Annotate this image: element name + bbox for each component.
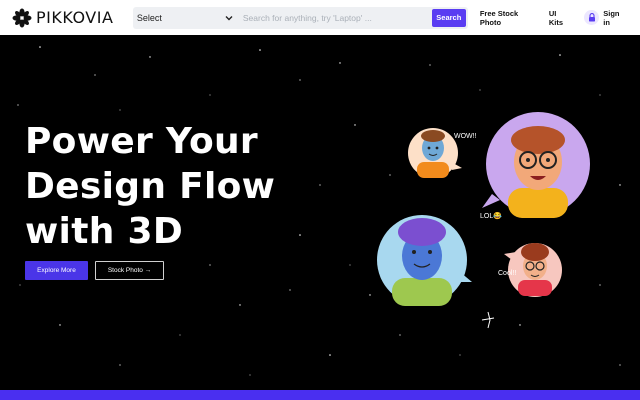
hero-title-line-2: Design Flow: [25, 166, 276, 207]
lock-icon: [584, 10, 600, 25]
chevron-down-icon: [225, 15, 233, 20]
top-navbar: PIKKOVIA Select Search Free Stock Photo …: [0, 0, 640, 35]
category-select-value: Select: [136, 12, 162, 23]
category-select[interactable]: Select: [133, 7, 237, 29]
brand-logo[interactable]: PIKKOVIA: [12, 8, 133, 28]
nav-free-stock-photo[interactable]: Free Stock Photo: [480, 9, 541, 27]
bottom-banner-strip: [0, 390, 640, 400]
bubble-cool: Cool!!: [498, 270, 517, 277]
avatar-purple-hair: [377, 215, 472, 306]
hero-section: Power Your Design Flow with 3D Explore M…: [0, 35, 640, 390]
search-input[interactable]: [236, 6, 432, 29]
logo-text: PIKKOVIA: [36, 8, 114, 27]
hero-title: Power Your Design Flow with 3D: [25, 119, 345, 254]
bubble-wow: WOW!!: [454, 133, 477, 140]
nav-ui-kits[interactable]: UI Kits: [549, 9, 573, 27]
signin-label: Sign in: [603, 8, 620, 27]
nav-links: Free Stock Photo UI Kits: [480, 9, 573, 27]
explore-more-button[interactable]: Explore More: [25, 261, 88, 280]
bubble-lol: LOL😂: [480, 213, 502, 220]
signin-button[interactable]: Sign in: [584, 9, 628, 27]
sparkle-icon: [481, 311, 495, 329]
avatar-illustration: WOW!! LOL😂 Cool!!: [370, 100, 610, 330]
flower-logo-icon: [12, 8, 32, 27]
hero-title-line-1: Power Your: [25, 121, 258, 162]
hero-title-line-3: with 3D: [25, 211, 184, 252]
avatar-glasses-boy: [482, 112, 590, 218]
search-bar: Select Search: [132, 6, 468, 29]
stock-photo-button[interactable]: Stock Photo →: [95, 261, 164, 280]
search-button[interactable]: Search: [431, 8, 466, 27]
